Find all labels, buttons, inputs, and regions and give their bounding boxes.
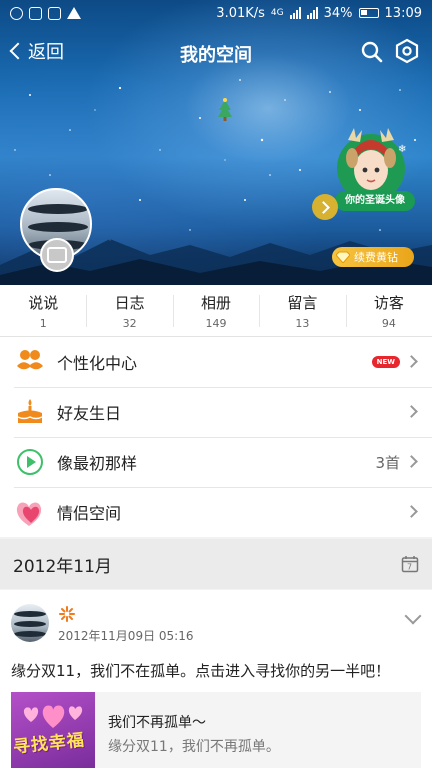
cover-background[interactable]: 3.01K/s 4G 34% 13:09 返回 我的空间 ❄ 你的圣诞头像 续费… <box>0 0 432 285</box>
stat-shuoshuo[interactable]: 说说 1 <box>0 285 86 336</box>
avatar-frame-badge[interactable] <box>40 238 74 272</box>
post-author-avatar[interactable] <box>11 604 49 642</box>
feed-post: 2012年11月09日 05:16 缘分双11，我们不在孤单。点击进入寻找你的另… <box>0 590 432 768</box>
heart-icon <box>16 502 42 526</box>
svg-text:❄: ❄ <box>398 144 406 155</box>
svg-text:7: 7 <box>407 563 412 572</box>
stat-count: 149 <box>205 316 227 330</box>
feature-menu: 个性化中心 NEW 好友生日 像最初那样 3首 情侣空间 <box>0 337 432 537</box>
image-icon <box>29 6 42 20</box>
stat-label: 相册 <box>201 293 232 312</box>
song-count: 3首 <box>375 453 400 472</box>
stat-messages[interactable]: 留言 13 <box>259 285 345 336</box>
vip-renew-label: 续费黄钻 <box>354 251 398 264</box>
shared-link-card[interactable]: 寻找幸福 我们不再孤单～ 缘分双11，我们不再孤单。 <box>11 692 421 768</box>
status-bar: 3.01K/s 4G 34% 13:09 <box>0 0 432 26</box>
signal-icon <box>289 7 301 19</box>
warning-icon <box>67 7 81 19</box>
menu-label: 好友生日 <box>57 404 122 423</box>
stat-count: 32 <box>122 316 137 330</box>
play-icon <box>17 449 43 475</box>
nav-bar: 返回 我的空间 <box>0 30 432 74</box>
month-header: 2012年11月 7 <box>0 539 432 589</box>
christmas-avatar-label: 你的圣诞头像 <box>335 191 415 211</box>
month-label: 2012年11月 <box>13 556 112 577</box>
birthday-cake-icon <box>17 399 43 423</box>
clock: 13:09 <box>384 5 422 21</box>
stat-visitors[interactable]: 访客 94 <box>345 285 432 336</box>
menu-item-friend-birthday[interactable]: 好友生日 <box>0 387 432 437</box>
network-speed: 3.01K/s <box>216 5 265 21</box>
chevron-down-icon[interactable] <box>404 607 422 625</box>
stat-label: 说说 <box>28 293 59 312</box>
new-badge: NEW <box>371 356 400 368</box>
chevron-right-icon <box>405 505 418 518</box>
stats-row: 说说 1 日志 32 相册 149 留言 13 访客 94 <box>0 285 432 337</box>
signal-icon-2 <box>306 7 318 19</box>
settings-icon[interactable] <box>394 38 420 64</box>
stat-blog[interactable]: 日志 32 <box>86 285 172 336</box>
stat-label: 留言 <box>287 293 318 312</box>
calendar-icon[interactable]: 7 <box>401 555 419 573</box>
chevron-right-icon <box>405 355 418 368</box>
christmas-tree-icon <box>218 98 232 121</box>
chevron-right-icon <box>405 405 418 418</box>
qzone-screen: 3.01K/s 4G 34% 13:09 返回 我的空间 ❄ 你的圣诞头像 续费… <box>0 0 432 768</box>
share-description: 缘分双11，我们不再孤单。 <box>108 739 280 755</box>
menu-item-music[interactable]: 像最初那样 3首 <box>0 437 432 487</box>
menu-label: 情侣空间 <box>57 504 122 523</box>
stat-count: 13 <box>295 316 310 330</box>
back-label: 返回 <box>28 42 64 63</box>
back-button[interactable]: 返回 <box>8 38 64 64</box>
battery-icon <box>358 8 379 18</box>
sparkle-icon <box>59 606 75 622</box>
stat-label: 访客 <box>373 293 404 312</box>
chevron-right-icon <box>405 455 418 468</box>
post-text: 缘分双11，我们不在孤单。点击进入寻找你的另一半吧！ <box>11 662 391 680</box>
share-thumbnail: 寻找幸福 <box>11 692 95 768</box>
yellow-diamond-icon <box>336 251 350 263</box>
network-type: 4G <box>270 8 284 18</box>
chevron-right-icon[interactable] <box>312 194 338 220</box>
mustache-icon <box>17 350 43 370</box>
stat-album[interactable]: 相册 149 <box>172 285 259 336</box>
share-title: 我们不再孤单～ <box>108 715 206 731</box>
chevron-left-icon <box>9 42 27 60</box>
stat-label: 日志 <box>114 293 145 312</box>
qq-icon <box>10 6 23 20</box>
search-icon[interactable] <box>360 40 384 64</box>
stat-count: 94 <box>381 316 396 330</box>
post-timestamp: 2012年11月09日 05:16 <box>58 629 194 643</box>
menu-item-couple-space[interactable]: 情侣空间 <box>0 487 432 537</box>
mail-icon <box>48 6 61 20</box>
menu-label: 个性化中心 <box>57 354 138 373</box>
vip-renew-button[interactable]: 续费黄钻 <box>332 247 414 267</box>
menu-label: 像最初那样 <box>57 454 138 473</box>
menu-item-personalization[interactable]: 个性化中心 NEW <box>0 337 432 387</box>
stat-count: 1 <box>39 316 47 330</box>
battery-percent: 34% <box>323 5 353 21</box>
